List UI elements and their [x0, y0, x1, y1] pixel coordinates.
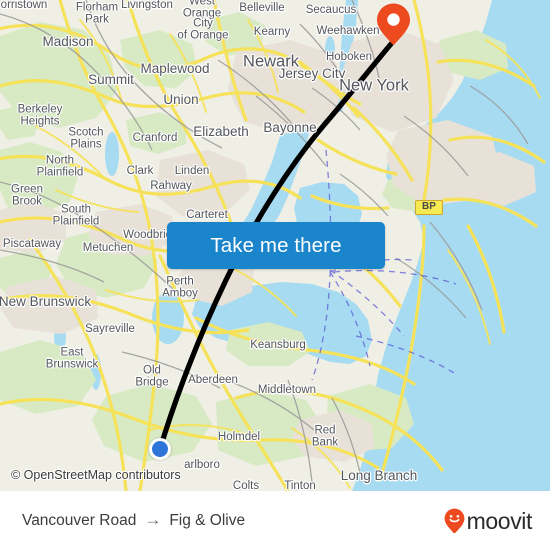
- map-canvas[interactable]: orristown Florham Park Livingston West Oran…: [0, 0, 550, 491]
- take-me-there-button[interactable]: Take me there: [167, 222, 385, 269]
- footer-bar: Vancouver Road → Fig & Olive moovit: [0, 491, 550, 550]
- destination-pin-icon[interactable]: [375, 2, 412, 46]
- arrow-right-icon: →: [144, 510, 162, 529]
- trip-origin-label: Vancouver Road: [22, 511, 137, 529]
- moovit-trip-screen: orristown Florham Park Livingston West Oran…: [0, 0, 550, 550]
- trip-summary: Vancouver Road → Fig & Olive: [22, 491, 245, 550]
- map-attribution[interactable]: © OpenStreetMap contributors: [11, 468, 181, 482]
- origin-marker-dot[interactable]: [149, 438, 171, 460]
- moovit-logo[interactable]: moovit: [444, 491, 532, 550]
- moovit-pin-icon: [444, 508, 465, 533]
- highway-shield-bp: BP: [415, 200, 443, 215]
- trip-destination-label: Fig & Olive: [169, 511, 246, 529]
- moovit-wordmark: moovit: [466, 508, 533, 534]
